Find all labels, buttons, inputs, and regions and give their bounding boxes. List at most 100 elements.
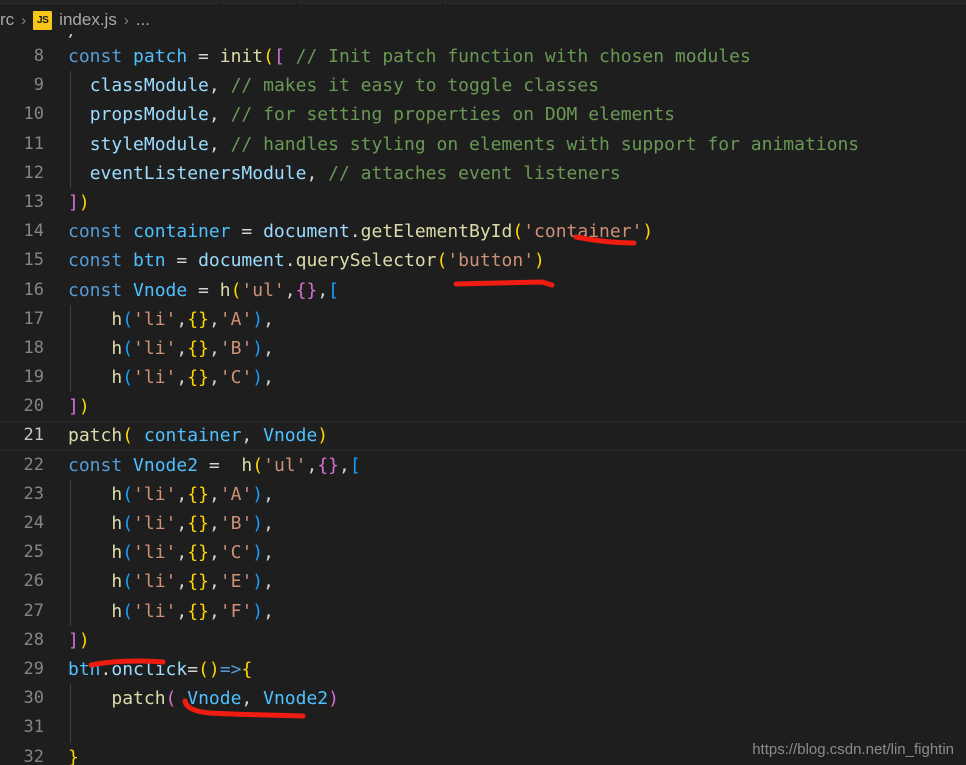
code-token: const bbox=[68, 250, 134, 272]
breadcrumb-separator-icon: › bbox=[21, 11, 27, 29]
code-line[interactable]: 23 h('li',{},'A'), bbox=[0, 479, 966, 509]
code-line-text: ]) bbox=[68, 188, 90, 217]
code-line[interactable]: 27 h('li',{},'F'), bbox=[0, 596, 966, 626]
code-line[interactable]: 21 patch( container, Vnode) bbox=[0, 421, 966, 451]
code-line-text: eventListenersModule, // attaches event … bbox=[68, 159, 621, 188]
breadcrumb-symbol-ellipsis[interactable]: ... bbox=[136, 10, 150, 30]
line-number: 28 bbox=[23, 629, 44, 650]
code-token: ( bbox=[252, 454, 264, 476]
code-token: , bbox=[176, 600, 188, 622]
code-token: onclick bbox=[111, 658, 188, 680]
code-line[interactable]: 29 btn.onclick=()=>{ bbox=[0, 655, 966, 684]
code-token: 'F' bbox=[219, 600, 253, 622]
code-token: ( bbox=[122, 571, 134, 593]
code-token: styleModule bbox=[89, 133, 209, 155]
partial-line-text: / bbox=[68, 34, 79, 41]
code-token: ] bbox=[68, 191, 79, 213]
code-token: Vnode bbox=[133, 279, 188, 301]
code-line[interactable]: 16 const Vnode = h('ul',{},[ bbox=[0, 276, 966, 305]
code-line[interactable]: 30 patch( Vnode, Vnode2) bbox=[0, 684, 966, 714]
code-token: ( bbox=[122, 513, 134, 534]
code-token: const bbox=[68, 279, 134, 301]
code-line[interactable]: 13]) bbox=[0, 188, 966, 217]
code-line[interactable]: 14 const container = document.getElementB… bbox=[0, 217, 966, 246]
code-token: 'li' bbox=[133, 600, 177, 622]
code-token: , bbox=[306, 454, 318, 476]
breadcrumb: rc › JS index.js › ... bbox=[0, 6, 966, 34]
code-token: ) bbox=[252, 513, 264, 534]
code-token: [ bbox=[328, 279, 339, 301]
code-line[interactable]: 11 styleModule, // handles styling on el… bbox=[0, 129, 966, 159]
code-token: h bbox=[111, 542, 123, 564]
code-editor-area[interactable]: / 8const patch = init([ // Init patch fu… bbox=[0, 34, 966, 765]
breadcrumb-folder[interactable]: rc bbox=[0, 10, 14, 30]
code-line[interactable]: 10 propsModule, // for setting propertie… bbox=[0, 100, 966, 130]
code-token: h bbox=[111, 513, 123, 534]
code-token: container bbox=[143, 425, 242, 447]
code-line[interactable]: 25 h('li',{},'C'), bbox=[0, 538, 966, 568]
line-number: 14 bbox=[23, 221, 44, 242]
code-token: Vnode bbox=[263, 425, 318, 447]
code-token: h bbox=[111, 483, 123, 505]
code-token: 'C' bbox=[219, 542, 253, 564]
line-number: 11 bbox=[23, 133, 44, 154]
code-token: h bbox=[111, 337, 123, 359]
code-line-text: patch( container, Vnode) bbox=[68, 421, 328, 450]
code-token: 'E' bbox=[219, 571, 253, 593]
code-token: ( bbox=[122, 600, 134, 622]
code-token: const bbox=[68, 221, 134, 243]
code-token: => bbox=[219, 658, 242, 680]
code-line-text: const Vnode = h('ul',{},[ bbox=[68, 276, 339, 305]
code-token: ( bbox=[122, 542, 134, 564]
code-line[interactable]: 9 classModule, // makes it easy to toggl… bbox=[0, 71, 966, 101]
code-token: , bbox=[263, 513, 274, 534]
code-line-text: btn.onclick=()=>{ bbox=[68, 655, 252, 684]
code-token: , bbox=[263, 600, 274, 622]
code-token: 'ul' bbox=[241, 279, 285, 301]
code-token: {} bbox=[317, 454, 339, 476]
code-token: , bbox=[208, 337, 220, 359]
code-token: ) bbox=[252, 483, 264, 505]
code-line[interactable]: 24 h('li',{},'B'), bbox=[0, 509, 966, 539]
code-line-text: h('li',{},'C'), bbox=[68, 538, 274, 567]
code-token: , bbox=[263, 483, 274, 505]
code-token: 'li' bbox=[133, 513, 177, 534]
code-token: = bbox=[198, 454, 231, 476]
code-line[interactable]: 28]) bbox=[0, 626, 966, 655]
code-token: 'B' bbox=[219, 513, 253, 534]
code-token: 'container' bbox=[523, 221, 643, 243]
code-line-text: patch( Vnode, Vnode2) bbox=[68, 684, 339, 713]
code-token: 'li' bbox=[133, 337, 177, 359]
code-line[interactable]: 26 h('li',{},'E'), bbox=[0, 567, 966, 597]
code-line[interactable]: 12 eventListenersModule, // attaches eve… bbox=[0, 158, 966, 188]
code-line[interactable]: 8 const patch = init([ // Init patch func… bbox=[0, 42, 966, 71]
code-token: . bbox=[349, 221, 361, 243]
code-token: , bbox=[176, 542, 188, 564]
code-token: classModule bbox=[89, 75, 209, 97]
code-token: , bbox=[263, 571, 274, 593]
code-line[interactable]: 19 h('li',{},'C'), bbox=[0, 363, 966, 393]
code-token: , bbox=[263, 308, 274, 330]
line-number: 23 bbox=[23, 483, 44, 504]
code-token: 'li' bbox=[133, 367, 177, 389]
code-token: , bbox=[176, 483, 188, 505]
code-line-text: classModule, // makes it easy to toggle … bbox=[68, 71, 599, 100]
breadcrumb-file[interactable]: index.js bbox=[59, 10, 117, 30]
code-line[interactable]: 31 bbox=[0, 713, 966, 743]
code-line[interactable]: 18 h('li',{},'B'), bbox=[0, 333, 966, 364]
code-line[interactable]: 22 const Vnode2 = h('ul',{},[ bbox=[0, 451, 966, 480]
code-token: 'button' bbox=[447, 250, 535, 272]
code-line[interactable]: 17 h('li',{},'A'), bbox=[0, 304, 966, 334]
code-line[interactable]: 15 const btn = document.querySelector('bu… bbox=[0, 246, 966, 275]
code-line[interactable]: 20]) bbox=[0, 392, 966, 421]
code-token: , bbox=[263, 367, 274, 389]
code-token: btn bbox=[133, 250, 166, 272]
